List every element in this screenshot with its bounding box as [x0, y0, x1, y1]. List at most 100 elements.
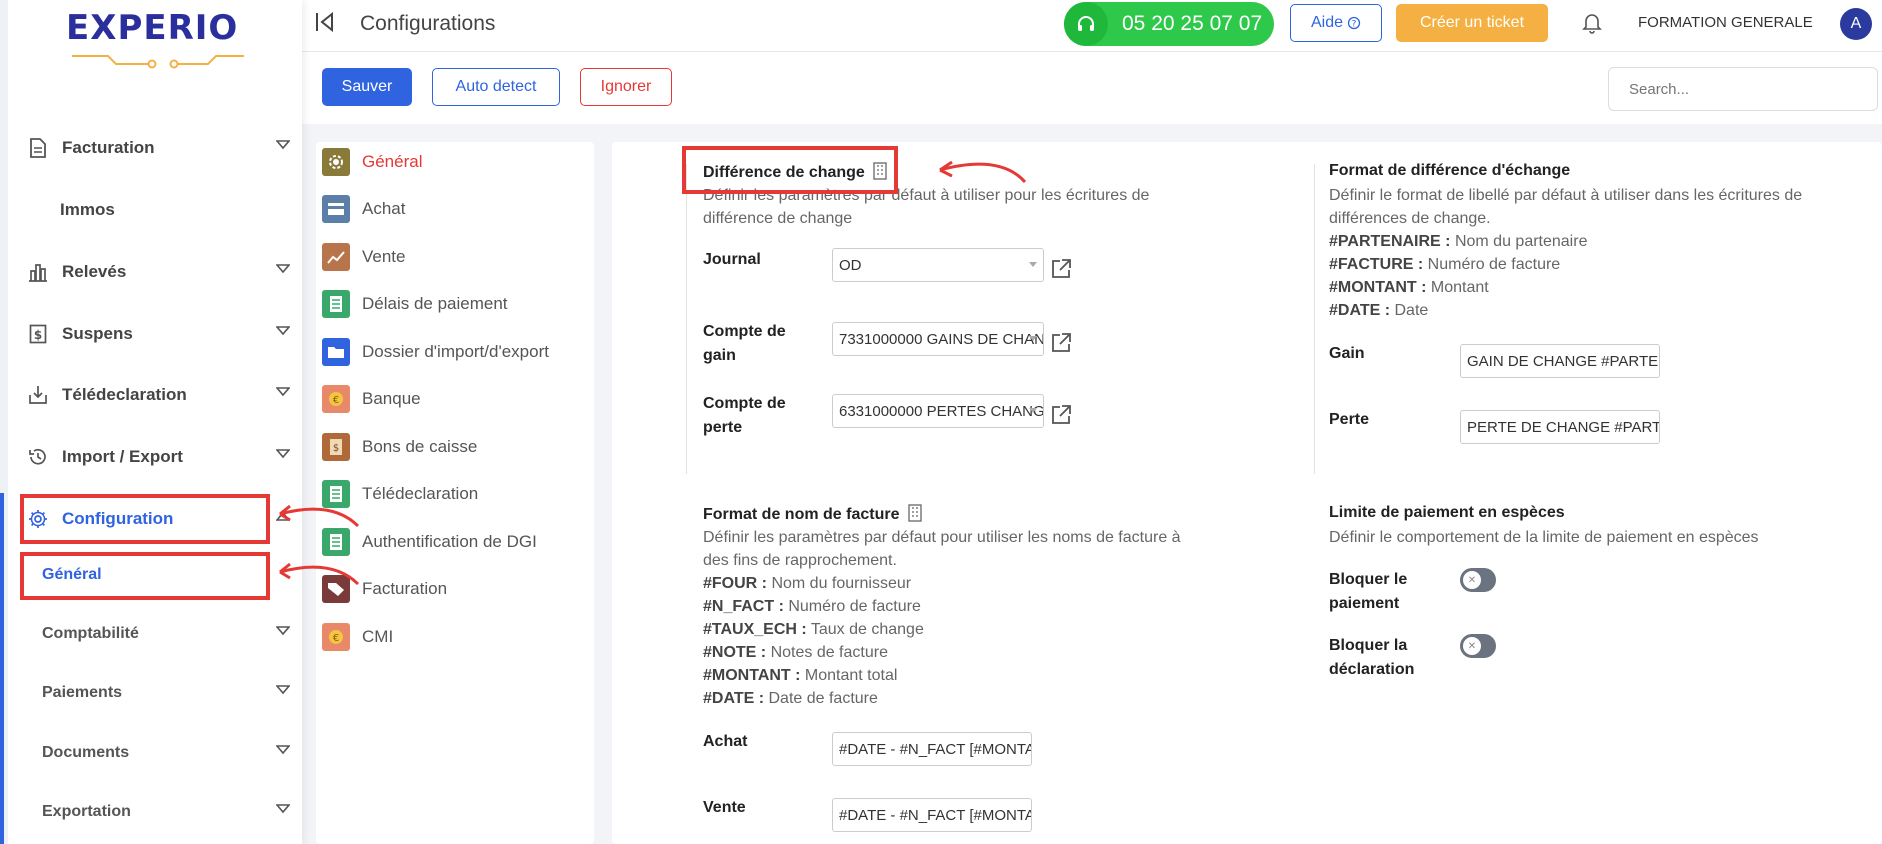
external-link-icon[interactable]	[1050, 332, 1072, 354]
sidebar-item-import-export[interactable]: Import / Export	[26, 437, 302, 477]
vente-format-input[interactable]: #DATE - #N_FACT [#MONTANT]	[832, 798, 1032, 832]
receipt-icon: $	[322, 433, 350, 461]
bloquer-paiement-toggle[interactable]: ✕	[1460, 568, 1496, 592]
logo-text: EXPERIO	[66, 8, 239, 48]
code-line: #FACTURE : Numéro de facture	[1329, 256, 1561, 273]
limite-title: Limite de paiement en espèces	[1329, 504, 1565, 521]
gain-format-input[interactable]: GAIN DE CHANGE #PARTENAIRE	[1460, 344, 1660, 378]
logo[interactable]: EXPERIO	[64, 8, 244, 69]
compte-perte-select[interactable]: 6331000000 PERTES CHANGE	[832, 394, 1044, 428]
history-icon	[26, 445, 50, 469]
menu-item-label: Délais de paiement	[362, 294, 508, 313]
close-icon: ✕	[1463, 571, 1481, 589]
bloquer-paiement-label: Bloquer le paiement	[1329, 571, 1408, 612]
sidebar-item-suspens[interactable]: $ Suspens	[26, 314, 302, 354]
settings-menu-bons-caisse[interactable]: $ Bons de caisse	[322, 432, 477, 462]
perte-format-input[interactable]: PERTE DE CHANGE #PARTENAIRE	[1460, 410, 1660, 444]
external-link-icon[interactable]	[1050, 404, 1072, 426]
sidebar: EXPERIO Facturation Immos Relevés $ Susp…	[0, 0, 302, 844]
svg-text:€: €	[333, 395, 339, 406]
settings-menu-banque[interactable]: € Banque	[322, 384, 421, 414]
achat-format-input[interactable]: #DATE - #N_FACT [#MONTANT]	[832, 732, 1032, 766]
compte-gain-label: Compte de gain	[703, 323, 786, 364]
sidebar-subitem-comptabilite[interactable]: Comptabilité	[42, 614, 302, 654]
menu-item-label: Télédeclaration	[362, 484, 479, 503]
save-button[interactable]: Sauver	[322, 68, 412, 106]
code-line: #MONTANT : Montant	[1329, 279, 1489, 296]
trend-chart-icon	[322, 243, 350, 271]
sidebar-subitem-documents[interactable]: Documents	[42, 733, 302, 773]
building-icon	[908, 504, 922, 522]
format-facture-title: Format de nom de facture	[703, 504, 922, 524]
menu-item-label: Vente	[362, 247, 406, 266]
help-label: Aide	[1310, 14, 1344, 31]
auto-detect-button[interactable]: Auto detect	[432, 68, 560, 106]
settings-menu-vente[interactable]: Vente	[322, 242, 406, 272]
help-button[interactable]: Aide ?	[1290, 4, 1382, 42]
settings-menu: Général Achat Vente Délais de paiement D…	[316, 142, 594, 844]
avatar[interactable]: A	[1840, 8, 1872, 40]
sidebar-item-label: Suspens	[62, 324, 133, 343]
bloquer-declaration-label: Bloquer la déclaration	[1329, 637, 1415, 678]
compte-perte-label: Compte de perte	[703, 395, 786, 436]
chevron-down-icon	[1029, 262, 1037, 267]
gain-label: Gain	[1329, 345, 1365, 362]
journal-select[interactable]: OD	[832, 248, 1044, 282]
ledger-icon	[322, 528, 350, 556]
sidebar-subitem-paiements[interactable]: Paiements	[42, 673, 302, 713]
journal-label: Journal	[703, 251, 761, 268]
settings-menu-cmi[interactable]: € CMI	[322, 622, 393, 652]
sidebar-subitem-label: Exportation	[42, 803, 131, 820]
phone-support-button[interactable]: 05 20 25 07 07	[1064, 2, 1274, 46]
bell-icon[interactable]	[1582, 12, 1602, 34]
sidebar-subitem-label: Paiements	[42, 684, 123, 701]
sidebar-item-immos[interactable]: Immos	[60, 190, 302, 230]
code-line: #N_FACT : Numéro de facture	[703, 598, 921, 615]
settings-menu-dgi[interactable]: Authentification de DGI	[322, 527, 537, 557]
settings-menu-dossier[interactable]: Dossier d'import/d'export	[322, 337, 549, 367]
vente-label: Vente	[703, 799, 746, 816]
svg-text:$: $	[333, 443, 339, 454]
compte-gain-select[interactable]: 7331000000 GAINS DE CHANGE	[832, 322, 1044, 356]
limite-description: Définir le comportement de la limite de …	[1329, 529, 1759, 546]
sidebar-item-teledeclaration[interactable]: Télédeclaration	[26, 375, 302, 415]
perte-label: Perte	[1329, 411, 1370, 428]
divider	[686, 164, 687, 474]
annotation-arrow-icon	[279, 562, 360, 586]
chevron-down-icon	[276, 449, 290, 459]
settings-menu-achat[interactable]: Achat	[322, 194, 405, 224]
dollar-icon: $	[26, 322, 50, 346]
sidebar-subitem-exportation[interactable]: Exportation	[42, 792, 302, 832]
organization-name[interactable]: FORMATION GENERALE	[1638, 14, 1813, 31]
achat-label: Achat	[703, 733, 748, 750]
sidebar-subitem-label: Documents	[42, 744, 130, 761]
create-ticket-button[interactable]: Créer un ticket	[1396, 4, 1548, 42]
code-line: #NOTE : Notes de facture	[703, 644, 888, 661]
annotation-arrow-icon	[279, 504, 360, 528]
menu-item-label: Dossier d'import/d'export	[362, 342, 549, 361]
menu-item-label: Général	[362, 152, 423, 171]
settings-menu-delais[interactable]: Délais de paiement	[322, 289, 508, 319]
close-icon: ✕	[1463, 637, 1481, 655]
sidebar-item-label: Import / Export	[62, 447, 183, 466]
chevron-down-icon	[276, 745, 290, 755]
settings-menu-general[interactable]: Général	[322, 147, 422, 177]
code-line: #DATE : Date de facture	[703, 690, 878, 707]
svg-text:$: $	[34, 328, 42, 342]
bloquer-declaration-toggle[interactable]: ✕	[1460, 634, 1496, 658]
ledger-icon	[322, 290, 350, 318]
external-link-icon[interactable]	[1050, 258, 1072, 280]
sidebar-item-releves[interactable]: Relevés	[26, 252, 302, 292]
logo-circuit-icon	[72, 55, 244, 69]
format-diff-description: Définir le format de libellé par défaut …	[1329, 184, 1869, 322]
menu-item-label: Achat	[362, 199, 406, 218]
sidebar-item-label: Télédeclaration	[62, 385, 187, 404]
document-icon	[26, 136, 50, 160]
collapse-sidebar-icon[interactable]	[314, 10, 336, 34]
annotation-arrow-icon	[939, 160, 1027, 184]
card-icon	[322, 195, 350, 223]
menu-item-label: CMI	[362, 627, 394, 646]
sidebar-item-facturation[interactable]: Facturation	[26, 128, 302, 168]
search-input[interactable]	[1608, 67, 1878, 111]
ignore-button[interactable]: Ignorer	[580, 68, 672, 106]
